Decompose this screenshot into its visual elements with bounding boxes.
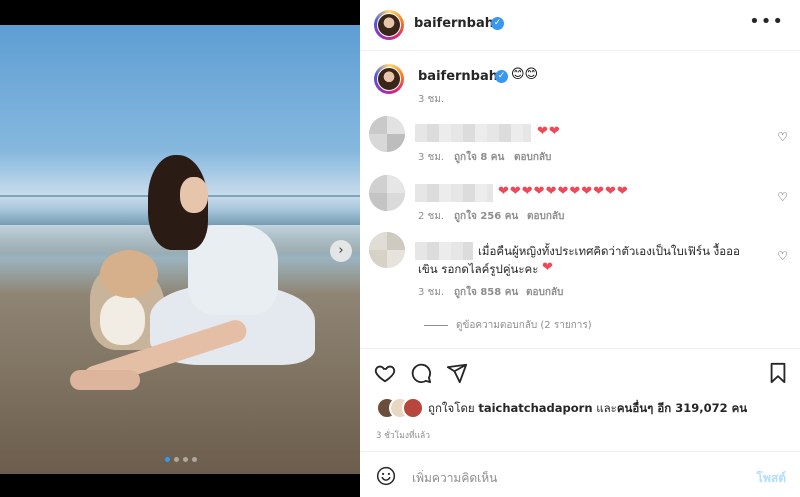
comment-like-heart-icon[interactable]: ♡ [777,130,788,144]
likes-others[interactable]: คนอื่นๆ อีก 319,072 คน [617,401,747,415]
comment-hearts: ❤❤ [537,124,561,139]
likes-user[interactable]: taichatchadaporn [478,401,592,415]
divider [360,451,800,452]
blurred-username [415,184,493,202]
details-panel: baifernbah ✓ ••• baifernbah ✓ 😊😊 3 ชม. ❤… [360,0,800,497]
comment-avatar[interactable] [369,116,405,152]
comment-time: 3 ชม. [418,287,445,298]
send-icon[interactable] [446,362,468,384]
comment-text-line1: เมื่อคืนผู้หญิงทั้งประเทศคิดว่าตัวเองเป็… [478,244,740,258]
carousel-dot [192,457,197,462]
divider [360,348,800,349]
verified-badge-icon: ✓ [491,17,504,30]
blurred-username [415,242,473,260]
comment-likes[interactable]: ถูกใจ 256 คน [454,209,518,224]
chevron-right-icon[interactable]: › [330,240,352,262]
carousel-dots [165,457,197,462]
foot [70,370,140,390]
liker-avatars[interactable] [376,397,424,419]
bookmark-icon[interactable] [768,362,788,384]
reply-button[interactable]: ตอบกลับ [514,150,551,165]
blurred-username [415,124,531,142]
smile-icon[interactable] [376,466,396,486]
carousel-dot [183,457,188,462]
reply-button[interactable]: ตอบกลับ [527,209,564,224]
comment-avatar[interactable] [369,175,405,211]
media-panel: › [0,0,360,497]
carousel-dot [165,457,170,462]
reply-button[interactable]: ตอบกลับ [526,285,563,300]
dog-chest [100,295,145,345]
comment-likes[interactable]: ถูกใจ 858 คน [454,285,518,300]
comment-like-heart-icon[interactable]: ♡ [777,249,788,263]
instagram-post-modal: › baifernbah ✓ ••• baifernbah ✓ 😊😊 3 ชม.… [0,0,800,497]
comment-hearts: ❤❤❤❤❤❤❤❤❤❤❤ [498,184,629,199]
comment-like-heart-icon[interactable]: ♡ [777,190,788,204]
dog-head [100,250,158,298]
face [180,177,208,213]
likes-middle: และ [596,401,617,415]
comment-time: 3 ชม. [418,152,445,163]
post-header: baifernbah ✓ ••• [360,0,800,51]
comment-text-line2: เขิน รอกดไลค์รูปคู่นะคะ [418,262,539,276]
comment-input[interactable] [410,470,734,486]
comment-likes[interactable]: ถูกใจ 8 คน [454,150,504,165]
post-photo[interactable] [0,25,360,474]
heart-icon[interactable] [374,362,396,384]
comment-icon[interactable] [410,362,432,384]
verified-badge-icon: ✓ [495,70,508,83]
carousel-dot [174,457,179,462]
header-username[interactable]: baifernbah [414,16,494,31]
caption-emojis: 😊😊 [511,67,539,82]
post-button[interactable]: โพสต์ [757,469,786,488]
comment-heart: ❤ [542,260,554,275]
likes-prefix: ถูกใจโดย [428,401,475,415]
post-timestamp[interactable]: 3 ชั่วโมงที่แล้ว [376,428,430,442]
avatar[interactable] [374,10,404,40]
view-replies-button[interactable]: ดูข้อความตอบกลับ (2 รายการ) [424,318,592,333]
comment-avatar[interactable] [369,232,405,268]
view-replies-label: ดูข้อความตอบกลับ (2 รายการ) [456,320,592,331]
caption-username[interactable]: baifernbah [418,69,498,84]
caption-time: 3 ชม. [418,94,445,105]
comment-time: 2 ชม. [418,211,445,222]
caption-avatar[interactable] [374,64,404,94]
likes-summary: ถูกใจโดย taichatchadaporn และคนอื่นๆ อีก… [428,400,747,418]
liker-avatar [402,397,424,419]
more-horizontal-icon[interactable]: ••• [749,11,784,32]
